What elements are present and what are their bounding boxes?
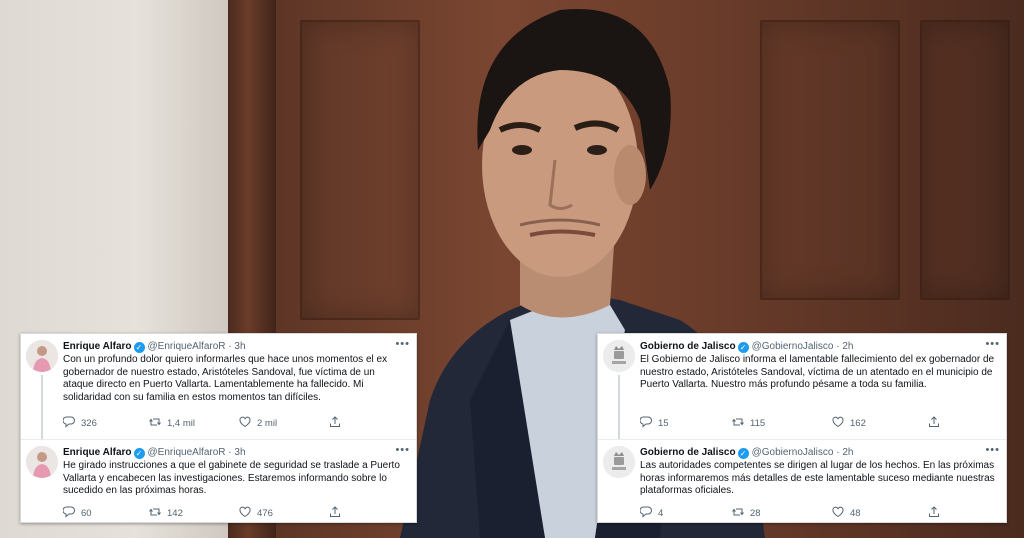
door-panel <box>760 20 900 300</box>
author-handle[interactable]: @EnriqueAlfaroR <box>148 447 226 458</box>
reply-icon <box>62 506 75 518</box>
more-options-icon[interactable]: ••• <box>985 338 1000 350</box>
avatar[interactable] <box>26 446 58 478</box>
retweet-button[interactable]: 142 <box>149 506 183 520</box>
tweet-text: Las autoridades competentes se dirigen a… <box>640 460 995 497</box>
author-name[interactable]: Enrique Alfaro <box>63 447 132 458</box>
share-icon <box>929 506 939 517</box>
like-button[interactable]: 162 <box>832 416 866 430</box>
like-count: 48 <box>850 508 861 519</box>
author-handle[interactable]: @GobiernoJalisco <box>752 447 834 458</box>
author-name[interactable]: Gobierno de Jalisco <box>640 341 736 352</box>
tweet-time[interactable]: · 2h <box>836 447 853 458</box>
like-button[interactable]: 2 mil <box>239 416 277 430</box>
reply-button[interactable]: 60 <box>62 506 92 520</box>
reply-button[interactable]: 15 <box>639 416 669 430</box>
reply-icon <box>62 416 75 428</box>
tweet[interactable]: Enrique Alfaro ✓ @EnriqueAlfaroR · 3h ••• … <box>21 334 416 439</box>
retweet-button[interactable]: 115 <box>732 416 765 430</box>
heart-icon <box>832 506 844 518</box>
tweet-header: Enrique Alfaro ✓ @EnriqueAlfaroR · 3h <box>63 340 246 354</box>
retweet-icon <box>732 418 744 426</box>
tweet-text: Con un profundo dolor quiero informarles… <box>63 354 388 403</box>
share-icon <box>330 416 340 427</box>
reply-icon <box>639 416 652 428</box>
avatar[interactable] <box>26 340 58 372</box>
tweet[interactable]: Gobierno de Jalisco ✓ @GobiernoJalisco · 2… <box>598 439 1006 524</box>
author-handle[interactable]: @EnriqueAlfaroR <box>148 341 226 352</box>
tweet-header: Gobierno de Jalisco ✓ @GobiernoJalisco · 2… <box>640 340 853 354</box>
verified-badge-icon: ✓ <box>737 448 749 459</box>
retweet-count: 1,4 mil <box>167 418 195 429</box>
avatar[interactable] <box>603 340 635 372</box>
reply-count: 326 <box>81 418 97 429</box>
tweet-text: He girado instrucciones a que el gabinet… <box>63 460 400 497</box>
reply-count: 15 <box>658 418 669 429</box>
thread-connector <box>618 375 620 439</box>
reply-button[interactable]: 326 <box>62 416 97 430</box>
more-options-icon[interactable]: ••• <box>395 338 410 350</box>
tweet-thread-left: Enrique Alfaro ✓ @EnriqueAlfaroR · 3h ••• … <box>20 333 417 523</box>
author-handle[interactable]: @GobiernoJalisco <box>752 341 834 352</box>
tweet-time[interactable]: · 2h <box>836 341 853 352</box>
reply-icon <box>639 506 652 518</box>
thread-connector <box>41 375 43 439</box>
more-options-icon[interactable]: ••• <box>985 444 1000 456</box>
share-icon <box>330 506 340 517</box>
like-button[interactable]: 476 <box>239 506 273 520</box>
share-button[interactable] <box>329 506 347 520</box>
retweet-icon <box>149 418 161 426</box>
share-button[interactable] <box>329 416 347 430</box>
tweet-header: Enrique Alfaro ✓ @EnriqueAlfaroR · 3h <box>63 446 246 460</box>
verified-badge-icon: ✓ <box>133 342 145 353</box>
retweet-button[interactable]: 1,4 mil <box>149 416 195 430</box>
tweet-time[interactable]: · 3h <box>228 341 245 352</box>
retweet-icon <box>732 508 744 516</box>
retweet-count: 28 <box>750 508 761 519</box>
avatar[interactable] <box>603 446 635 478</box>
verified-badge-icon: ✓ <box>133 448 145 459</box>
tweet-thread-right: Gobierno de Jalisco ✓ @GobiernoJalisco · 2… <box>597 333 1007 523</box>
like-count: 2 mil <box>257 418 278 429</box>
verified-badge-icon: ✓ <box>737 342 749 353</box>
share-button[interactable] <box>928 506 946 520</box>
share-icon <box>929 416 939 427</box>
retweet-icon <box>149 508 161 516</box>
more-options-icon[interactable]: ••• <box>395 444 410 456</box>
reply-button[interactable]: 4 <box>639 506 664 520</box>
retweet-count: 142 <box>167 508 183 519</box>
tweet-time[interactable]: · 3h <box>228 447 245 458</box>
retweet-count: 115 <box>750 418 766 429</box>
tweet-text: El Gobierno de Jalisco informa el lament… <box>640 354 995 391</box>
author-name[interactable]: Gobierno de Jalisco <box>640 447 736 458</box>
reply-count: 4 <box>658 508 664 519</box>
heart-icon <box>239 416 251 428</box>
heart-icon <box>239 506 251 518</box>
door-panel <box>920 20 1010 300</box>
like-count: 162 <box>850 418 866 429</box>
like-count: 476 <box>257 508 273 519</box>
reply-count: 60 <box>81 508 92 519</box>
heart-icon <box>832 416 844 428</box>
retweet-button[interactable]: 28 <box>732 506 761 520</box>
like-button[interactable]: 48 <box>832 506 861 520</box>
tweet[interactable]: Gobierno de Jalisco ✓ @GobiernoJalisco · 2… <box>598 334 1006 439</box>
tweet[interactable]: Enrique Alfaro ✓ @EnriqueAlfaroR · 3h ••• … <box>21 439 416 524</box>
tweet-header: Gobierno de Jalisco ✓ @GobiernoJalisco · 2… <box>640 446 853 460</box>
share-button[interactable] <box>928 416 946 430</box>
author-name[interactable]: Enrique Alfaro <box>63 341 132 352</box>
